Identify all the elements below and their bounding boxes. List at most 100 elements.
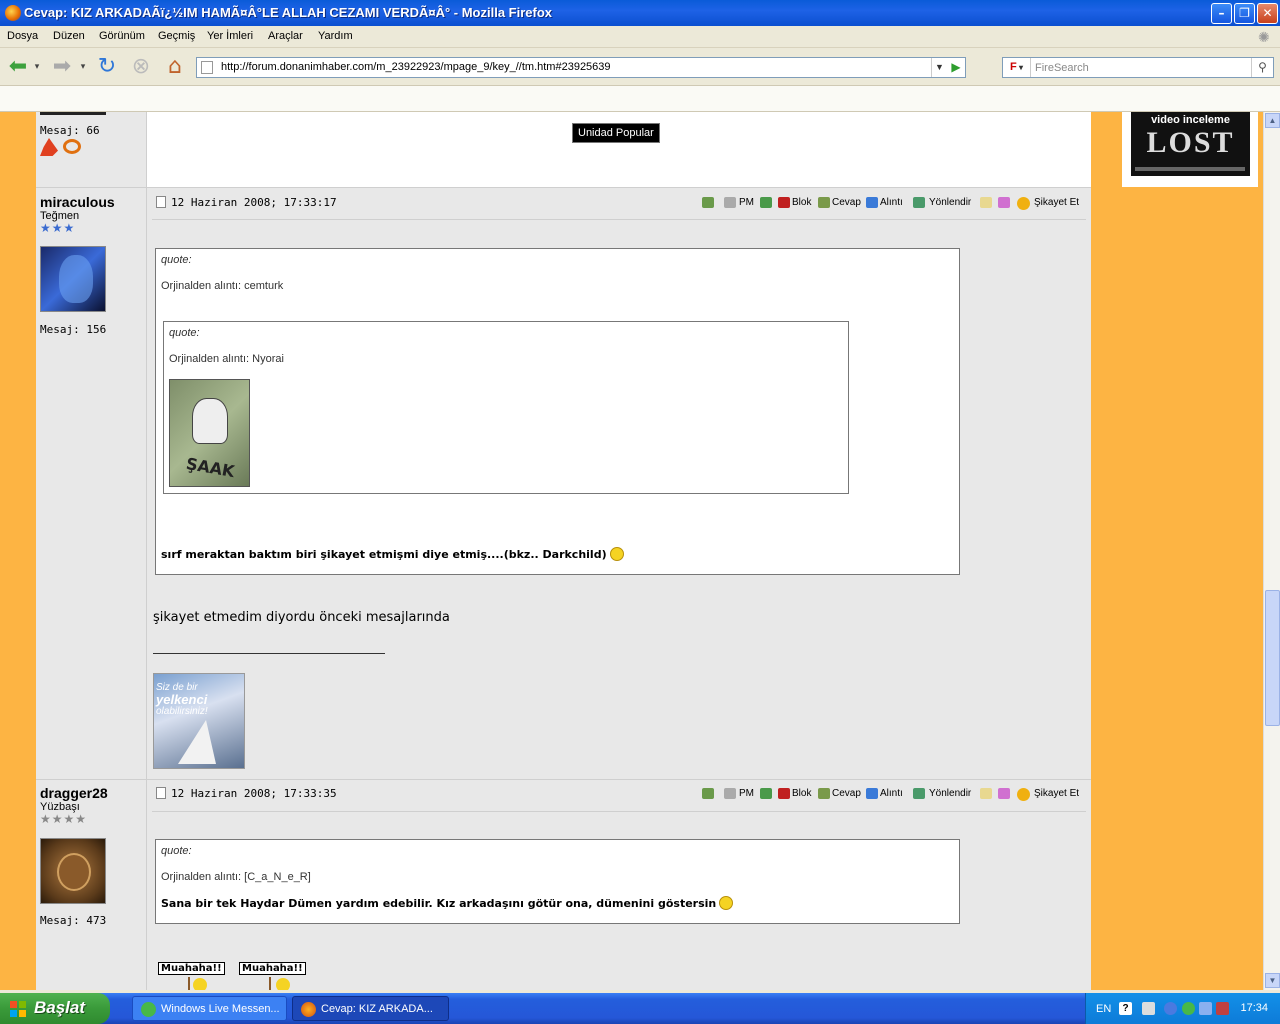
side-ad-panel: video inceleme LOST <box>1122 112 1258 187</box>
language-indicator[interactable]: EN <box>1096 1003 1111 1015</box>
block-link[interactable]: Blok <box>792 788 811 799</box>
forward-arrow-icon[interactable]: ➡ <box>48 54 76 80</box>
username[interactable]: miraculous <box>40 194 115 210</box>
quote-text-content: Sana bir tek Haydar Dümen yardım edebili… <box>161 897 717 910</box>
report-icon[interactable] <box>1017 788 1030 801</box>
forward-icon[interactable] <box>913 197 925 208</box>
scroll-thumb[interactable] <box>1265 590 1280 726</box>
avatar[interactable] <box>40 838 106 904</box>
display-icon[interactable] <box>1199 1002 1212 1015</box>
username[interactable]: dragger28 <box>40 785 108 801</box>
menu-duzen[interactable]: Düzen <box>53 30 85 42</box>
forward-link[interactable]: Yönlendir <box>929 197 971 208</box>
add-friend-icon[interactable] <box>760 788 772 799</box>
menu-gorunum[interactable]: Görünüm <box>99 30 145 42</box>
report-link[interactable]: Şikayet Et <box>1034 197 1079 208</box>
pm-link[interactable]: PM <box>739 197 754 208</box>
forward-icon[interactable] <box>913 788 925 799</box>
pm-link[interactable]: PM <box>739 788 754 799</box>
minimize-button[interactable]: – <box>1211 3 1232 24</box>
note-icon[interactable] <box>980 788 992 799</box>
title-bar: Cevap: KIZ ARKADAÃï¿½IM HAMÃ¤Â°LE ALLAH … <box>0 0 1280 26</box>
folder-icon[interactable] <box>998 788 1010 799</box>
stop-icon[interactable]: ⊗ <box>127 54 155 80</box>
block-icon[interactable] <box>778 197 790 208</box>
network-icon[interactable] <box>1142 1002 1155 1015</box>
signature-image[interactable]: Siz de bir yelkenci olabilirsiniz! <box>153 673 245 769</box>
avatar-face <box>57 853 91 891</box>
search-bar[interactable]: F ▾ FireSearch ⚲ <box>1002 57 1274 78</box>
quote-label: quote: <box>161 254 192 266</box>
reply-icon[interactable] <box>818 788 830 799</box>
rank-stars-icon: ★★★★ <box>40 812 88 826</box>
back-history-dropdown-icon[interactable]: ▾ <box>30 54 44 80</box>
rank-stars-icon: ★★★ <box>40 221 76 235</box>
search-engine-selector[interactable]: F ▾ <box>1003 58 1031 77</box>
search-icon[interactable]: ⚲ <box>1251 58 1273 77</box>
email-icon[interactable] <box>702 197 714 208</box>
back-arrow-icon[interactable]: ⬅ <box>4 54 32 80</box>
start-label: Başlat <box>34 998 86 1017</box>
scroll-down-arrow-icon[interactable]: ▼ <box>1265 973 1280 988</box>
quote-icon[interactable] <box>866 788 878 799</box>
menu-yer-imleri[interactable]: Yer İmleri <box>207 30 253 42</box>
task-button-messenger[interactable]: Windows Live Messen... <box>132 996 287 1021</box>
forward-history-dropdown-icon[interactable]: ▾ <box>76 54 90 80</box>
quote-link[interactable]: Alıntı <box>880 788 903 799</box>
ad-progress-bar <box>1135 167 1245 171</box>
restore-button[interactable]: ❐ <box>1234 3 1255 24</box>
url-bar[interactable]: http://forum.donanimhaber.com/m_23922923… <box>196 57 966 78</box>
quote-source: Orjinalden alıntı: cemturk <box>161 280 284 292</box>
nested-quote-box: quote: Orjinalden alıntı: Nyorai ŞAAK <box>163 321 849 494</box>
quote-icon[interactable] <box>866 197 878 208</box>
quote-link[interactable]: Alıntı <box>880 197 903 208</box>
security-icon[interactable] <box>1216 1002 1229 1015</box>
email-icon[interactable] <box>702 788 714 799</box>
lost-video-ad[interactable]: video inceleme LOST <box>1131 112 1250 176</box>
vertical-scrollbar[interactable]: ▲ ▼ <box>1263 112 1280 990</box>
smiley-icon <box>719 896 734 910</box>
msg-count: Mesaj: 473 <box>40 914 107 927</box>
show-hidden-icons-icon[interactable] <box>1164 1002 1177 1015</box>
avatar[interactable] <box>40 246 106 312</box>
signature-line2: yelkenci <box>156 692 208 707</box>
menu-araclar[interactable]: Araçlar <box>268 30 303 42</box>
block-link[interactable]: Blok <box>792 197 811 208</box>
scroll-up-arrow-icon[interactable]: ▲ <box>1265 113 1280 128</box>
clock[interactable]: 17:34 <box>1240 1002 1268 1014</box>
pm-icon[interactable] <box>724 197 736 208</box>
block-icon[interactable] <box>778 788 790 799</box>
add-friend-icon[interactable] <box>760 197 772 208</box>
help-icon[interactable]: ? <box>1119 1002 1132 1015</box>
messenger-status-icon[interactable] <box>1182 1002 1195 1015</box>
forward-link[interactable]: Yönlendir <box>929 788 971 799</box>
quote-text: Sana bir tek Haydar Dümen yardım edebili… <box>161 896 734 910</box>
window-title: Cevap: KIZ ARKADAÃï¿½IM HAMÃ¤Â°LE ALLAH … <box>24 5 553 20</box>
image-caption: ŞAAK <box>184 453 236 482</box>
start-button[interactable]: Başlat <box>0 993 110 1024</box>
post-date-text: 12 Haziran 2008; 17:33:35 <box>171 787 337 800</box>
folder-icon[interactable] <box>998 197 1010 208</box>
url-dropdown-icon[interactable]: ▼ <box>931 58 947 77</box>
smiley-icon <box>276 978 290 990</box>
pm-icon[interactable] <box>724 788 736 799</box>
menu-yardim[interactable]: Yardım <box>318 30 353 42</box>
post-date: 12 Haziran 2008; 17:33:17 <box>156 196 337 209</box>
task-button-firefox[interactable]: Cevap: KIZ ARKADA... <box>292 996 449 1021</box>
menu-bar: Dosya Düzen Görünüm Geçmiş Yer İmleri Ar… <box>0 26 1280 48</box>
menu-gecmis[interactable]: Geçmiş <box>158 30 195 42</box>
reload-icon[interactable]: ↻ <box>93 54 121 80</box>
home-icon[interactable]: ⌂ <box>161 54 189 80</box>
reply-link[interactable]: Cevap <box>832 197 861 208</box>
note-icon[interactable] <box>980 197 992 208</box>
post-user-column: dragger28 Yüzbaşı ★★★★ Mesaj: 473 <box>36 780 147 990</box>
menu-dosya[interactable]: Dosya <box>7 30 38 42</box>
sail-shape <box>178 720 216 764</box>
report-link[interactable]: Şikayet Et <box>1034 788 1079 799</box>
forum-thread: Mesaj: 66 Unidad Popular miraculous Teğm… <box>36 112 1091 990</box>
reply-icon[interactable] <box>818 197 830 208</box>
close-button[interactable]: ✕ <box>1257 3 1278 24</box>
reply-link[interactable]: Cevap <box>832 788 861 799</box>
report-icon[interactable] <box>1017 197 1030 210</box>
go-arrow-icon[interactable]: ▶ <box>947 58 965 77</box>
